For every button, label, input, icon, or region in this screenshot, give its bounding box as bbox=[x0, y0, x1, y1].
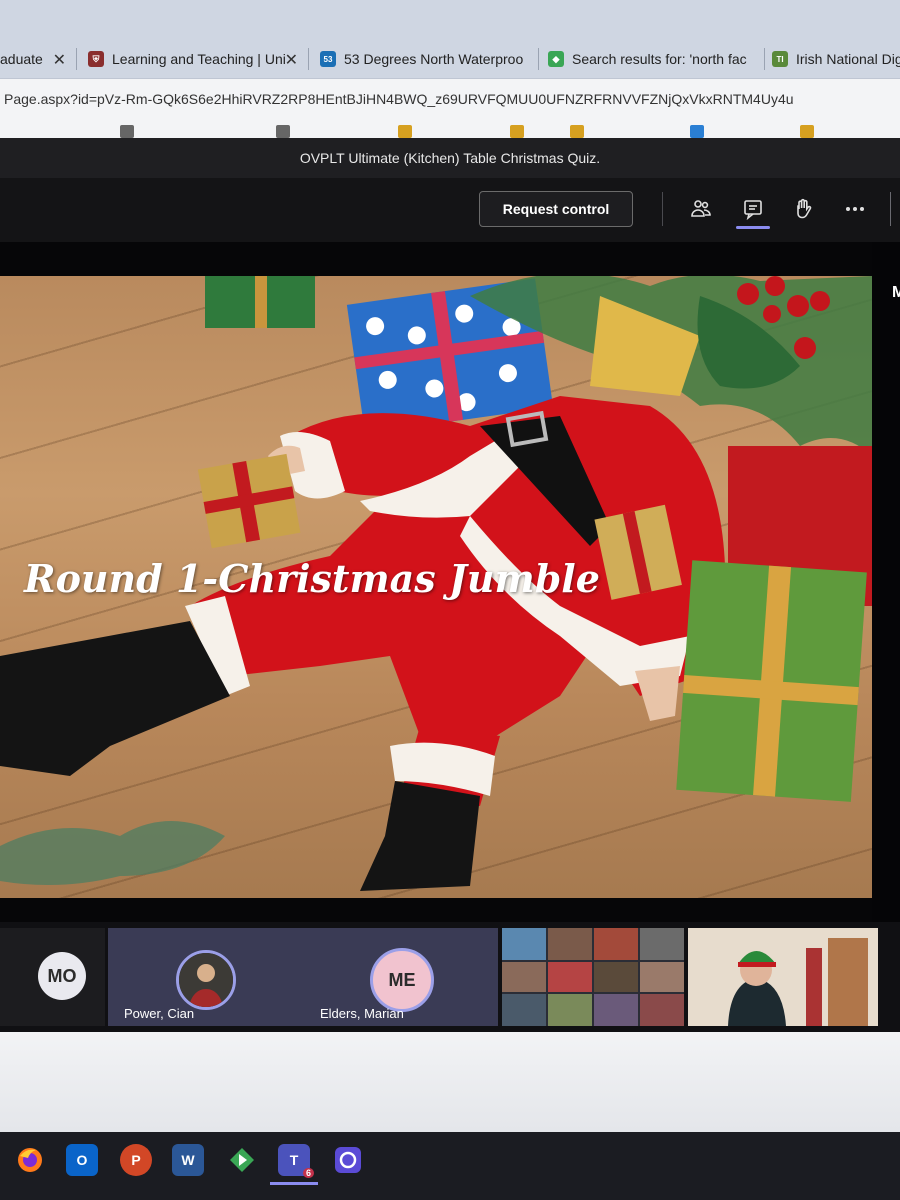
participant-name: Power, Cian bbox=[124, 1006, 195, 1021]
bookmark-folder-icon[interactable] bbox=[800, 125, 814, 138]
outlook-icon[interactable]: O bbox=[66, 1144, 98, 1176]
close-tab-icon[interactable]: ✕ bbox=[285, 50, 298, 70]
bookmark-folder-icon[interactable] bbox=[570, 125, 584, 138]
shared-slide: Round 1-Christmas Jumble bbox=[0, 276, 872, 898]
browser-tab[interactable]: TI Irish National Digita bbox=[772, 42, 900, 76]
avatar: MO bbox=[38, 952, 86, 1000]
participant-video bbox=[688, 928, 878, 1026]
browser-tab[interactable]: aduate ✕ bbox=[0, 42, 70, 76]
active-tab-indicator bbox=[736, 226, 770, 229]
cortana-icon[interactable] bbox=[332, 1144, 364, 1176]
app-icon[interactable] bbox=[226, 1144, 258, 1176]
participants-strip: MO Power, Cian ME Elders, Marian bbox=[0, 922, 900, 1032]
gallery-video-tile[interactable] bbox=[502, 928, 684, 1026]
address-url[interactable]: Page.aspx?id=pVz-Rm-GQk6S6e2HhiRVRZ2RP8H… bbox=[4, 91, 794, 107]
meeting-toolbar: Request control bbox=[0, 178, 900, 242]
windows-taskbar: O P W T 6 bbox=[0, 1132, 900, 1200]
participant-video-tile[interactable] bbox=[688, 928, 878, 1026]
browser-tab-bar: aduate ✕ ⛨ Learning and Teaching | Uni ✕… bbox=[0, 0, 900, 78]
avatar bbox=[176, 950, 236, 1010]
word-icon[interactable]: W bbox=[172, 1144, 204, 1176]
firefox-icon[interactable] bbox=[14, 1144, 46, 1176]
meeting-title: OVPLT Ultimate (Kitchen) Table Christmas… bbox=[0, 138, 900, 178]
slide-caption: Round 1-Christmas Jumble bbox=[24, 556, 600, 601]
bookmarks-bar bbox=[0, 122, 900, 138]
participants-icon[interactable] bbox=[684, 192, 718, 226]
side-panel-letter: M bbox=[892, 284, 900, 301]
bookmark-icon[interactable] bbox=[120, 125, 134, 138]
participant-tile[interactable]: MO bbox=[0, 928, 105, 1026]
request-control-button[interactable]: Request control bbox=[479, 191, 633, 227]
close-tab-icon[interactable]: ✕ bbox=[53, 50, 66, 70]
site-favicon-icon: 53 bbox=[320, 51, 336, 67]
gallery-grid-video bbox=[502, 928, 684, 1026]
participant-tile[interactable]: Power, Cian ME Elders, Marian bbox=[108, 928, 498, 1026]
more-icon[interactable] bbox=[838, 192, 872, 226]
person-icon bbox=[179, 953, 233, 1007]
raise-hand-icon[interactable] bbox=[786, 192, 820, 226]
avatar: ME bbox=[370, 948, 434, 1012]
bookmark-folder-icon[interactable] bbox=[398, 125, 412, 138]
browser-tab[interactable]: ◆ Search results for: 'north fac bbox=[548, 42, 760, 76]
notification-badge: 6 bbox=[302, 1168, 314, 1178]
address-bar[interactable]: Page.aspx?id=pVz-Rm-GQk6S6e2HhiRVRZ2RP8H… bbox=[0, 78, 900, 123]
browser-tab[interactable]: ⛨ Learning and Teaching | Uni ✕ bbox=[88, 42, 302, 76]
site-favicon-icon: ⛨ bbox=[88, 51, 104, 67]
powerpoint-icon[interactable]: P bbox=[120, 1144, 152, 1176]
chat-icon[interactable] bbox=[736, 192, 770, 226]
active-app-indicator bbox=[270, 1182, 318, 1185]
side-panel: M bbox=[872, 242, 900, 932]
desktop-blank-area bbox=[0, 1032, 900, 1132]
participant-name: Elders, Marian bbox=[320, 1006, 404, 1021]
bookmark-icon[interactable] bbox=[690, 125, 704, 138]
site-favicon-icon: TI bbox=[772, 51, 788, 67]
site-favicon-icon: ◆ bbox=[548, 51, 564, 67]
teams-icon[interactable]: T 6 bbox=[278, 1144, 314, 1178]
bookmark-folder-icon[interactable] bbox=[510, 125, 524, 138]
bookmark-icon[interactable] bbox=[276, 125, 290, 138]
browser-tab[interactable]: 53 53 Degrees North Waterproo bbox=[320, 42, 532, 76]
